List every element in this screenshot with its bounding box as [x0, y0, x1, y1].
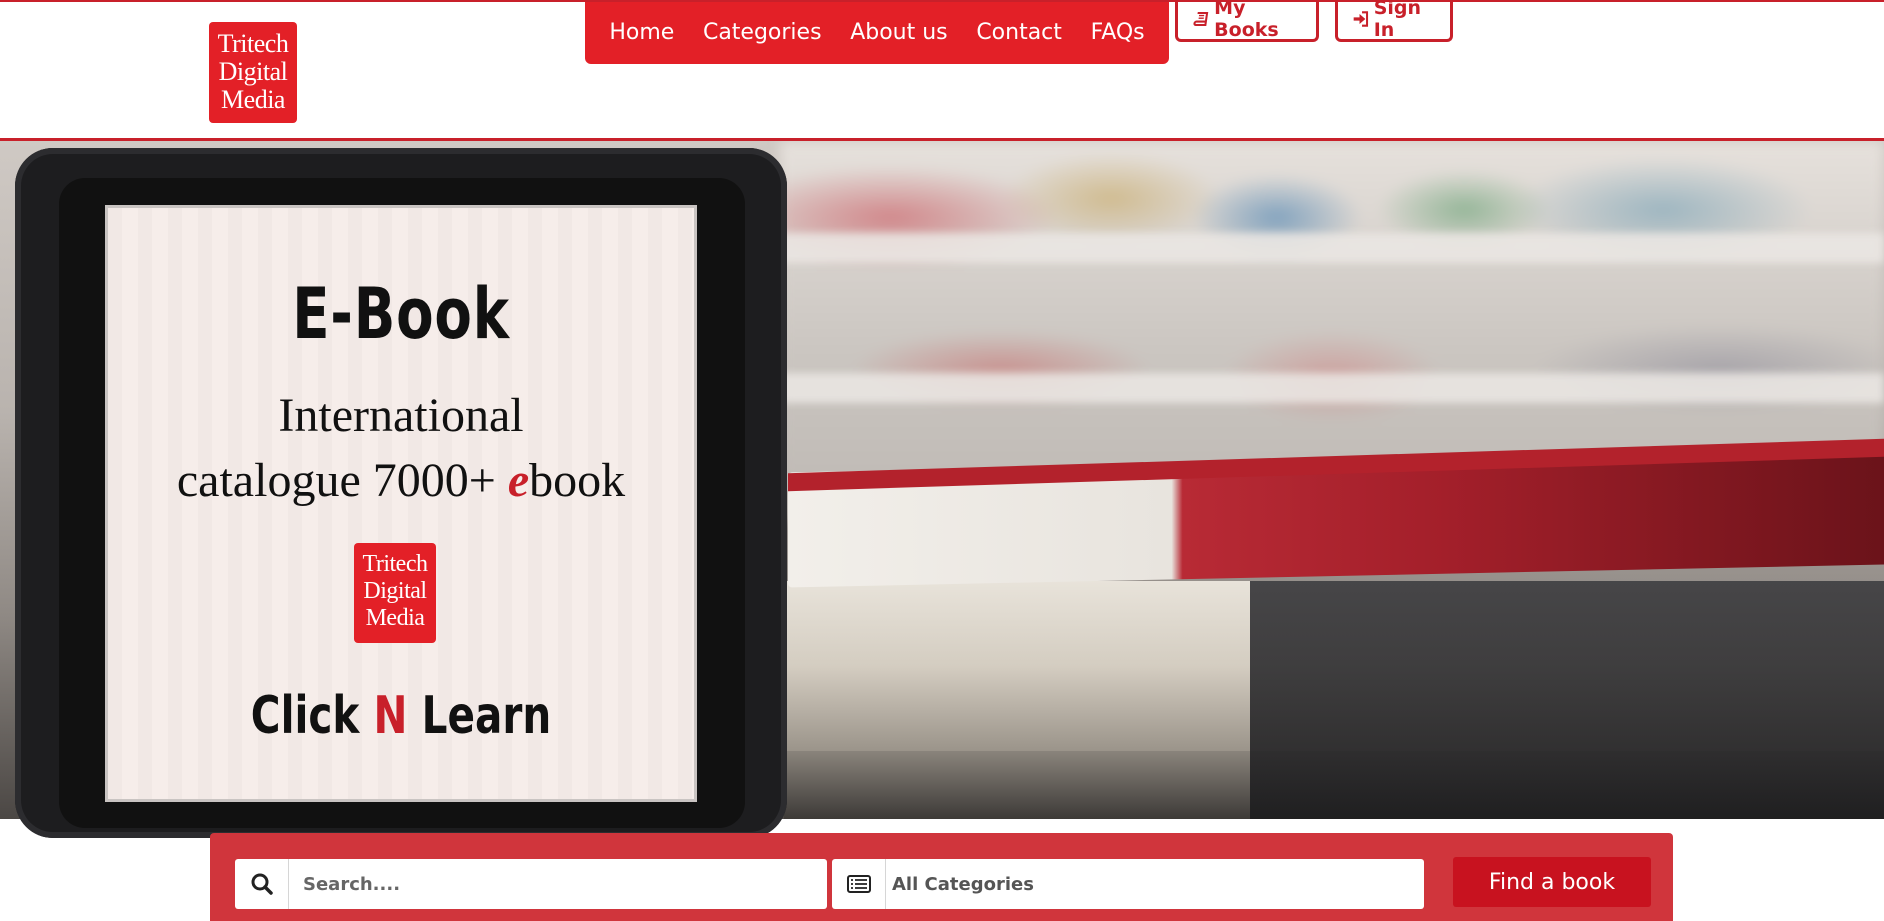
search-icon[interactable]: [235, 859, 289, 909]
site-logo[interactable]: Tritech Digital Media: [209, 22, 297, 123]
hero-logo: Tritech Digital Media: [354, 543, 436, 643]
shelf-edge: [780, 233, 1884, 263]
nav-home[interactable]: Home: [609, 20, 674, 45]
ebook-reader-screen: E-Book International catalogue 7000+ ebo…: [105, 205, 697, 802]
my-books-button[interactable]: My Books: [1175, 0, 1319, 42]
category-value: All Categories: [892, 873, 1034, 895]
logo-line-3: Media: [221, 85, 285, 114]
book-icon: [1193, 11, 1209, 26]
nav-about-us[interactable]: About us: [850, 20, 947, 45]
tagline-learn: Learn: [421, 686, 552, 746]
tagline-click: Click: [250, 686, 360, 746]
shelf-edge: [780, 373, 1884, 403]
search-panel: All Categories Find a book: [210, 833, 1673, 921]
hero-line-1: International: [278, 389, 524, 442]
hero-line-2-suffix: book: [529, 454, 626, 507]
sign-in-icon: [1353, 10, 1369, 27]
hero-line-2-e: e: [507, 454, 530, 507]
category-select[interactable]: All Categories: [832, 859, 1424, 909]
list-icon: [832, 859, 886, 909]
nav-categories[interactable]: Categories: [703, 20, 822, 45]
sign-in-label: Sign In: [1373, 0, 1422, 41]
site-header: Tritech Digital Media Home Categories Ab…: [0, 0, 1884, 141]
search-field: [235, 859, 827, 909]
find-book-button[interactable]: Find a book: [1453, 857, 1651, 907]
hero-tagline: Click N Learn: [172, 686, 629, 746]
hero-logo-line-2: Digital: [363, 578, 427, 604]
hero-logo-line-1: Tritech: [362, 551, 428, 577]
nav-faqs[interactable]: FAQs: [1091, 20, 1145, 45]
search-input[interactable]: [289, 860, 827, 908]
book-shadow: [1250, 581, 1884, 819]
my-books-label: My Books: [1214, 0, 1279, 41]
main-nav: Home Categories About us Contact FAQs: [585, 2, 1169, 64]
hero-logo-line-3: Media: [365, 605, 425, 631]
logo-line-2: Digital: [218, 57, 288, 86]
nav-contact[interactable]: Contact: [976, 20, 1062, 45]
logo-line-1: Tritech: [217, 29, 289, 58]
sign-in-button[interactable]: Sign In: [1335, 0, 1453, 42]
hero-title: E-Book: [292, 273, 510, 355]
hero-line-2: catalogue 7000+ ebook: [108, 453, 694, 508]
tagline-n: N: [373, 686, 408, 746]
hero-line-2-prefix: catalogue 7000+: [176, 454, 508, 507]
